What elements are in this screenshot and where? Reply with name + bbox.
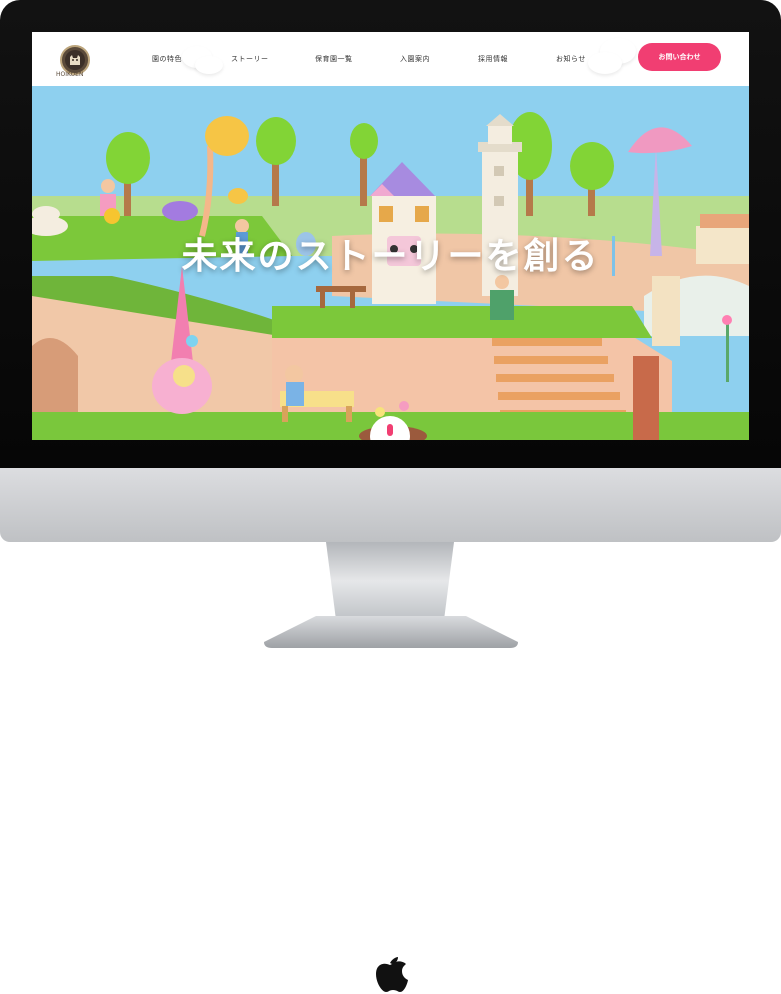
hero-illustration: 未来のストーリーを創る: [32, 86, 749, 440]
monitor-stand-base: [264, 616, 518, 648]
monitor-stand-neck: [326, 542, 454, 620]
site-header: HOIKUEN 園の特色 ストーリー 保育園一覧 入園案内 採用情報 お知らせ …: [32, 32, 749, 86]
nav-recruit[interactable]: 採用情報: [478, 54, 508, 64]
scroll-indicator-icon: [387, 424, 393, 436]
nav-news[interactable]: お知らせ: [556, 54, 586, 64]
nav-story[interactable]: ストーリー: [231, 54, 269, 64]
nav-features[interactable]: 園の特色: [152, 54, 182, 64]
nav-admission[interactable]: 入園案内: [400, 54, 430, 64]
header-cloud: [195, 56, 223, 74]
contact-button[interactable]: お問い合わせ: [638, 43, 721, 71]
header-cloud: [588, 52, 622, 74]
website-screen: HOIKUEN 園の特色 ストーリー 保育園一覧 入園案内 採用情報 お知らせ …: [32, 32, 749, 440]
logo-emblem-icon: [65, 50, 85, 70]
monitor-chin: [0, 468, 781, 992]
logo-text: HOIKUEN: [56, 71, 84, 78]
apple-logo-icon: [376, 957, 408, 992]
hero-headline: 未来のストーリーを創る: [181, 236, 600, 277]
nav-nursery-list[interactable]: 保育園一覧: [315, 54, 353, 64]
imac-frame: HOIKUEN 園の特色 ストーリー 保育園一覧 入園案内 採用情報 お知らせ …: [0, 0, 781, 992]
